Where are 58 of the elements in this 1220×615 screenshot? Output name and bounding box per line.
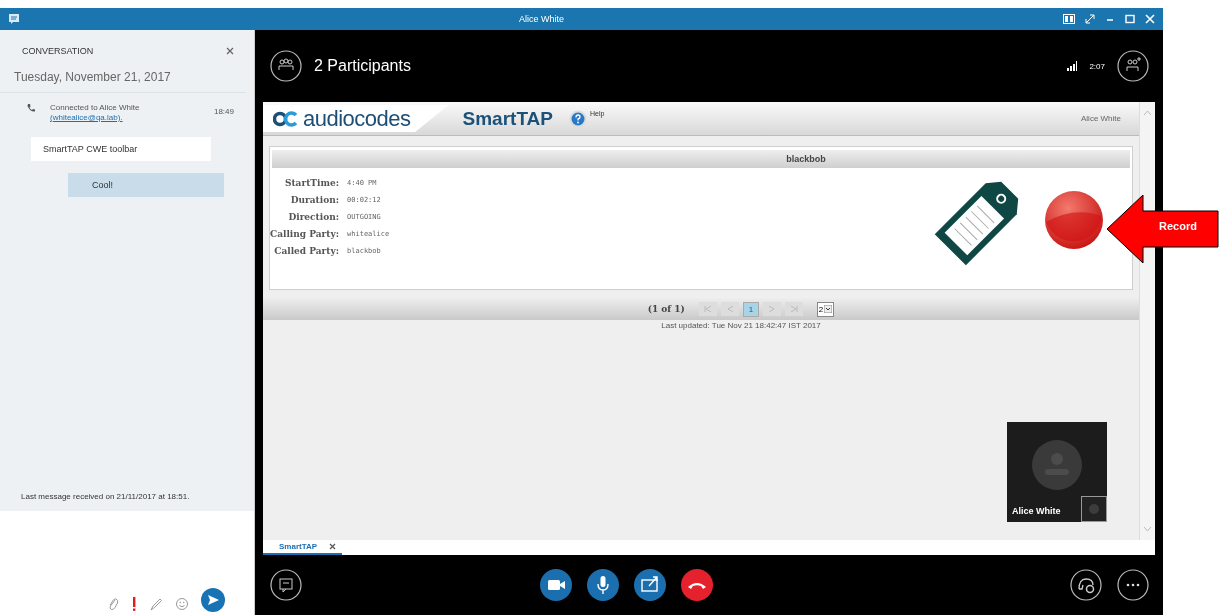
hang-up-icon[interactable] — [680, 569, 713, 601]
dropdown-caret-icon — [824, 305, 833, 313]
email-link[interactable]: (whitealice@qa.lab). — [50, 113, 123, 122]
field-label: Duration: — [289, 195, 340, 205]
close-icon[interactable] — [226, 47, 234, 55]
signal-icon — [1067, 61, 1078, 71]
importance-icon[interactable] — [131, 596, 137, 612]
conversation-date: Tuesday, November 21, 2017 — [0, 56, 246, 93]
last-icon — [789, 306, 798, 312]
call-controls-icon[interactable] — [1070, 569, 1102, 601]
panel-heading: CONVERSATION — [22, 46, 94, 56]
full-screen-icon[interactable] — [1085, 14, 1095, 24]
layout-icon[interactable] — [1063, 14, 1075, 24]
help-icon — [569, 109, 587, 128]
participant-name: Alice White — [1011, 506, 1062, 518]
send-icon[interactable] — [201, 588, 225, 612]
event-time: 18:49 — [213, 106, 234, 116]
close-icon[interactable] — [329, 543, 337, 550]
phone-icon — [26, 103, 36, 113]
record-callout: Record — [1105, 193, 1220, 263]
card-title: blackbob — [272, 150, 1130, 168]
page-button[interactable]: 1 — [742, 301, 759, 317]
first-icon — [703, 306, 712, 312]
page-size-select[interactable]: 2 — [816, 301, 835, 317]
call-event-text: Connected to Alice White (whitealice@qa.lab). — [50, 103, 141, 123]
maximize-icon[interactable] — [1125, 14, 1135, 24]
chat-message: SmartTAP CWE toolbar — [31, 137, 211, 161]
microphone-icon[interactable] — [586, 569, 619, 601]
window-title: Alice White — [518, 14, 565, 24]
chat-icon[interactable] — [270, 569, 302, 601]
more-options-icon[interactable] — [1117, 569, 1149, 601]
next-icon — [767, 306, 776, 312]
record-icon[interactable] — [1044, 190, 1104, 250]
call-duration: 2:07 — [1089, 61, 1105, 71]
brand-logo: audiocodes — [263, 105, 449, 132]
video-camera-icon[interactable] — [539, 569, 572, 601]
avatar-icon — [1032, 440, 1082, 490]
participants-icon[interactable] — [270, 50, 302, 82]
participants-count: 2 Participants — [314, 57, 412, 75]
field-label: Direction: — [287, 212, 340, 222]
product-title: SmartTAP — [462, 107, 553, 130]
pen-icon[interactable] — [149, 596, 163, 612]
message-input[interactable] — [0, 511, 254, 615]
previous-icon — [725, 306, 734, 312]
page-summary: (1 of 1) — [647, 304, 685, 314]
chat-message: Cool! — [68, 173, 224, 197]
self-view-icon[interactable] — [1081, 496, 1107, 522]
field-label: StartTime: — [283, 178, 340, 188]
last-updated-text: Last updated: Tue Nov 21 18:42:47 IST 2017 — [660, 320, 822, 330]
paperclip-icon[interactable] — [107, 596, 119, 612]
emoji-icon[interactable] — [175, 596, 189, 612]
field-label: Calling Party: — [270, 229, 340, 239]
share-screen-icon[interactable] — [633, 569, 666, 601]
add-people-icon[interactable] — [1117, 50, 1149, 82]
browser-tab[interactable]: SmartTAP — [263, 540, 343, 555]
status-text: Last message received on 21/11/2017 at 18:51. — [20, 492, 191, 503]
field-label: Called Party: — [273, 246, 340, 256]
user-name: Alice White — [1081, 114, 1121, 123]
